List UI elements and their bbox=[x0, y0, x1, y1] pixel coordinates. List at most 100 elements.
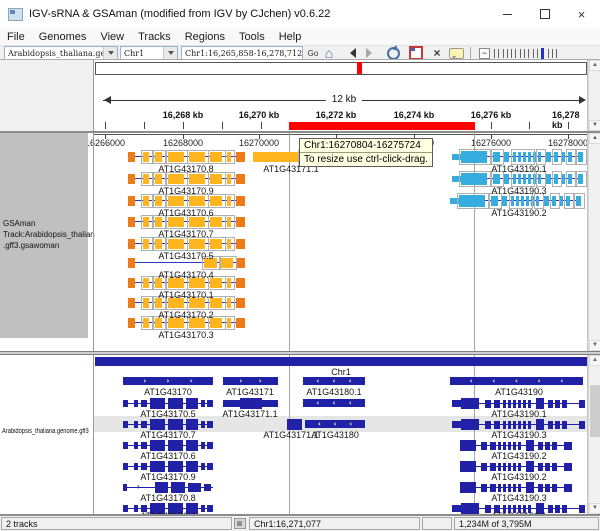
gene-model[interactable] bbox=[450, 195, 581, 207]
exon bbox=[128, 152, 135, 162]
gene-model[interactable] bbox=[128, 217, 245, 227]
exon bbox=[236, 196, 245, 206]
exon bbox=[546, 174, 551, 184]
ruler-tick bbox=[144, 122, 145, 129]
gene-bar[interactable]: ‹‹‹‹‹ bbox=[450, 377, 583, 385]
scroll-up-icon[interactable]: ▲ bbox=[589, 60, 600, 71]
gene-model[interactable] bbox=[123, 440, 213, 451]
gene-bar[interactable]: ››› bbox=[123, 377, 213, 385]
zoom-tick[interactable] bbox=[507, 49, 508, 58]
zoom-tick[interactable] bbox=[511, 49, 512, 58]
scroll-up-icon[interactable]: ▲ bbox=[589, 355, 600, 366]
locus-input[interactable]: Chr1:16,265,858-16,278,712 bbox=[181, 46, 303, 60]
ruler-kb-label: 16,272 kb bbox=[316, 110, 357, 120]
zoom-tick[interactable] bbox=[524, 49, 525, 58]
exon bbox=[128, 196, 135, 206]
gene-model[interactable] bbox=[128, 239, 245, 249]
zoom-tick[interactable] bbox=[503, 49, 504, 58]
exon bbox=[490, 484, 496, 492]
status-button[interactable] bbox=[234, 518, 246, 529]
gene-bar[interactable] bbox=[95, 357, 587, 366]
menu-view[interactable]: View bbox=[93, 31, 131, 43]
header-scrollbar[interactable]: ▲ ▼ bbox=[588, 60, 600, 131]
scroll-down-icon[interactable]: ▼ bbox=[589, 503, 600, 514]
scrollbar-thumb[interactable] bbox=[590, 385, 600, 437]
gene-model[interactable]: › bbox=[123, 482, 213, 493]
gene-model[interactable] bbox=[452, 151, 583, 163]
strand-arrow-icon: ‹ bbox=[349, 378, 352, 385]
gene-bar[interactable]: ‹‹‹ bbox=[303, 377, 365, 385]
gene-model[interactable] bbox=[287, 419, 302, 430]
zoom-tick[interactable] bbox=[556, 49, 557, 58]
zoom-tick[interactable] bbox=[537, 49, 538, 58]
zoom-tick[interactable] bbox=[498, 49, 499, 58]
feature-label: AT1G43190.2 bbox=[491, 472, 546, 482]
close-button[interactable]: × bbox=[563, 0, 600, 28]
exon-outline-box bbox=[187, 150, 209, 164]
panel-splitter[interactable] bbox=[0, 351, 600, 355]
zoom-tick[interactable] bbox=[515, 49, 516, 58]
menu-help[interactable]: Help bbox=[272, 31, 309, 43]
gene-bar[interactable]: ›› bbox=[223, 377, 278, 385]
gene-model[interactable] bbox=[452, 398, 585, 409]
zoom-tick[interactable] bbox=[533, 49, 534, 58]
exon bbox=[204, 484, 211, 491]
chromosome-select[interactable]: Chr1 bbox=[120, 46, 178, 60]
go-button[interactable]: Go bbox=[305, 46, 321, 60]
gene-bar[interactable]: ‹‹‹ bbox=[303, 399, 365, 407]
exon bbox=[538, 484, 543, 492]
menu-regions[interactable]: Regions bbox=[178, 31, 232, 43]
genome-track-label[interactable]: Arabidopsis_thaliana.genome.gff3 bbox=[2, 428, 89, 435]
exon bbox=[490, 442, 496, 450]
ruler-number: 16276000 bbox=[471, 138, 511, 148]
gene-model[interactable] bbox=[128, 196, 245, 206]
zoom-tick[interactable] bbox=[520, 49, 521, 58]
gene-model[interactable] bbox=[460, 482, 572, 493]
scroll-down-icon[interactable]: ▼ bbox=[589, 120, 600, 131]
gene-model[interactable] bbox=[128, 152, 245, 162]
zoom-tick[interactable] bbox=[494, 49, 495, 58]
maximize-button[interactable] bbox=[526, 0, 563, 28]
exon bbox=[545, 484, 550, 492]
gene-model[interactable] bbox=[123, 419, 213, 430]
genome-select[interactable]: Arabidopsis_thaliana.genome... bbox=[4, 46, 118, 60]
feature-label: AT1G43170.5 bbox=[140, 409, 195, 419]
ruler-kb-label: 16,276 kb bbox=[471, 110, 512, 120]
scroll-down-icon[interactable]: ▼ bbox=[589, 340, 600, 351]
gene-model[interactable] bbox=[460, 461, 572, 472]
gsaman-scrollbar[interactable]: ▲ ▼ bbox=[588, 133, 600, 351]
zoom-tick[interactable] bbox=[552, 49, 553, 58]
menu-tracks[interactable]: Tracks bbox=[131, 31, 178, 43]
zoom-level-marker[interactable] bbox=[541, 48, 544, 60]
gene-model[interactable] bbox=[452, 419, 585, 430]
menu-file[interactable]: File bbox=[0, 31, 32, 43]
region-of-interest-bar[interactable] bbox=[289, 122, 475, 130]
minimize-button[interactable] bbox=[489, 0, 526, 28]
feature-label: AT1G43190.2 bbox=[491, 208, 546, 218]
scroll-up-icon[interactable]: ▲ bbox=[589, 133, 600, 144]
chromosome-ideogram[interactable] bbox=[95, 62, 587, 75]
zoom-out-button[interactable]: − bbox=[479, 48, 490, 59]
exon bbox=[128, 278, 135, 288]
gene-model[interactable] bbox=[460, 440, 572, 451]
exon bbox=[526, 482, 534, 493]
ruler-tick bbox=[183, 122, 184, 129]
exon bbox=[128, 239, 135, 249]
gene-model[interactable] bbox=[123, 461, 213, 472]
gsaman-track-label-box[interactable]: GSAman Track:Arabidopsis_thalian .gff3.g… bbox=[0, 133, 88, 338]
gene-bar[interactable]: ‹‹‹ bbox=[305, 420, 365, 428]
gene-model[interactable] bbox=[123, 398, 213, 409]
gene-model[interactable] bbox=[128, 174, 245, 184]
ruler-number: 16270000 bbox=[239, 138, 279, 148]
genome-scrollbar[interactable]: ▲ ▼ bbox=[588, 355, 600, 514]
gene-model[interactable] bbox=[452, 173, 583, 185]
zoom-tick[interactable] bbox=[528, 49, 529, 58]
gene-model[interactable] bbox=[223, 398, 278, 409]
exon bbox=[494, 400, 500, 408]
menu-tools[interactable]: Tools bbox=[232, 31, 272, 43]
exon bbox=[564, 484, 572, 492]
menu-genomes[interactable]: Genomes bbox=[32, 31, 94, 43]
exon bbox=[460, 482, 476, 493]
zoom-tick[interactable] bbox=[548, 49, 549, 58]
exon bbox=[128, 258, 135, 268]
